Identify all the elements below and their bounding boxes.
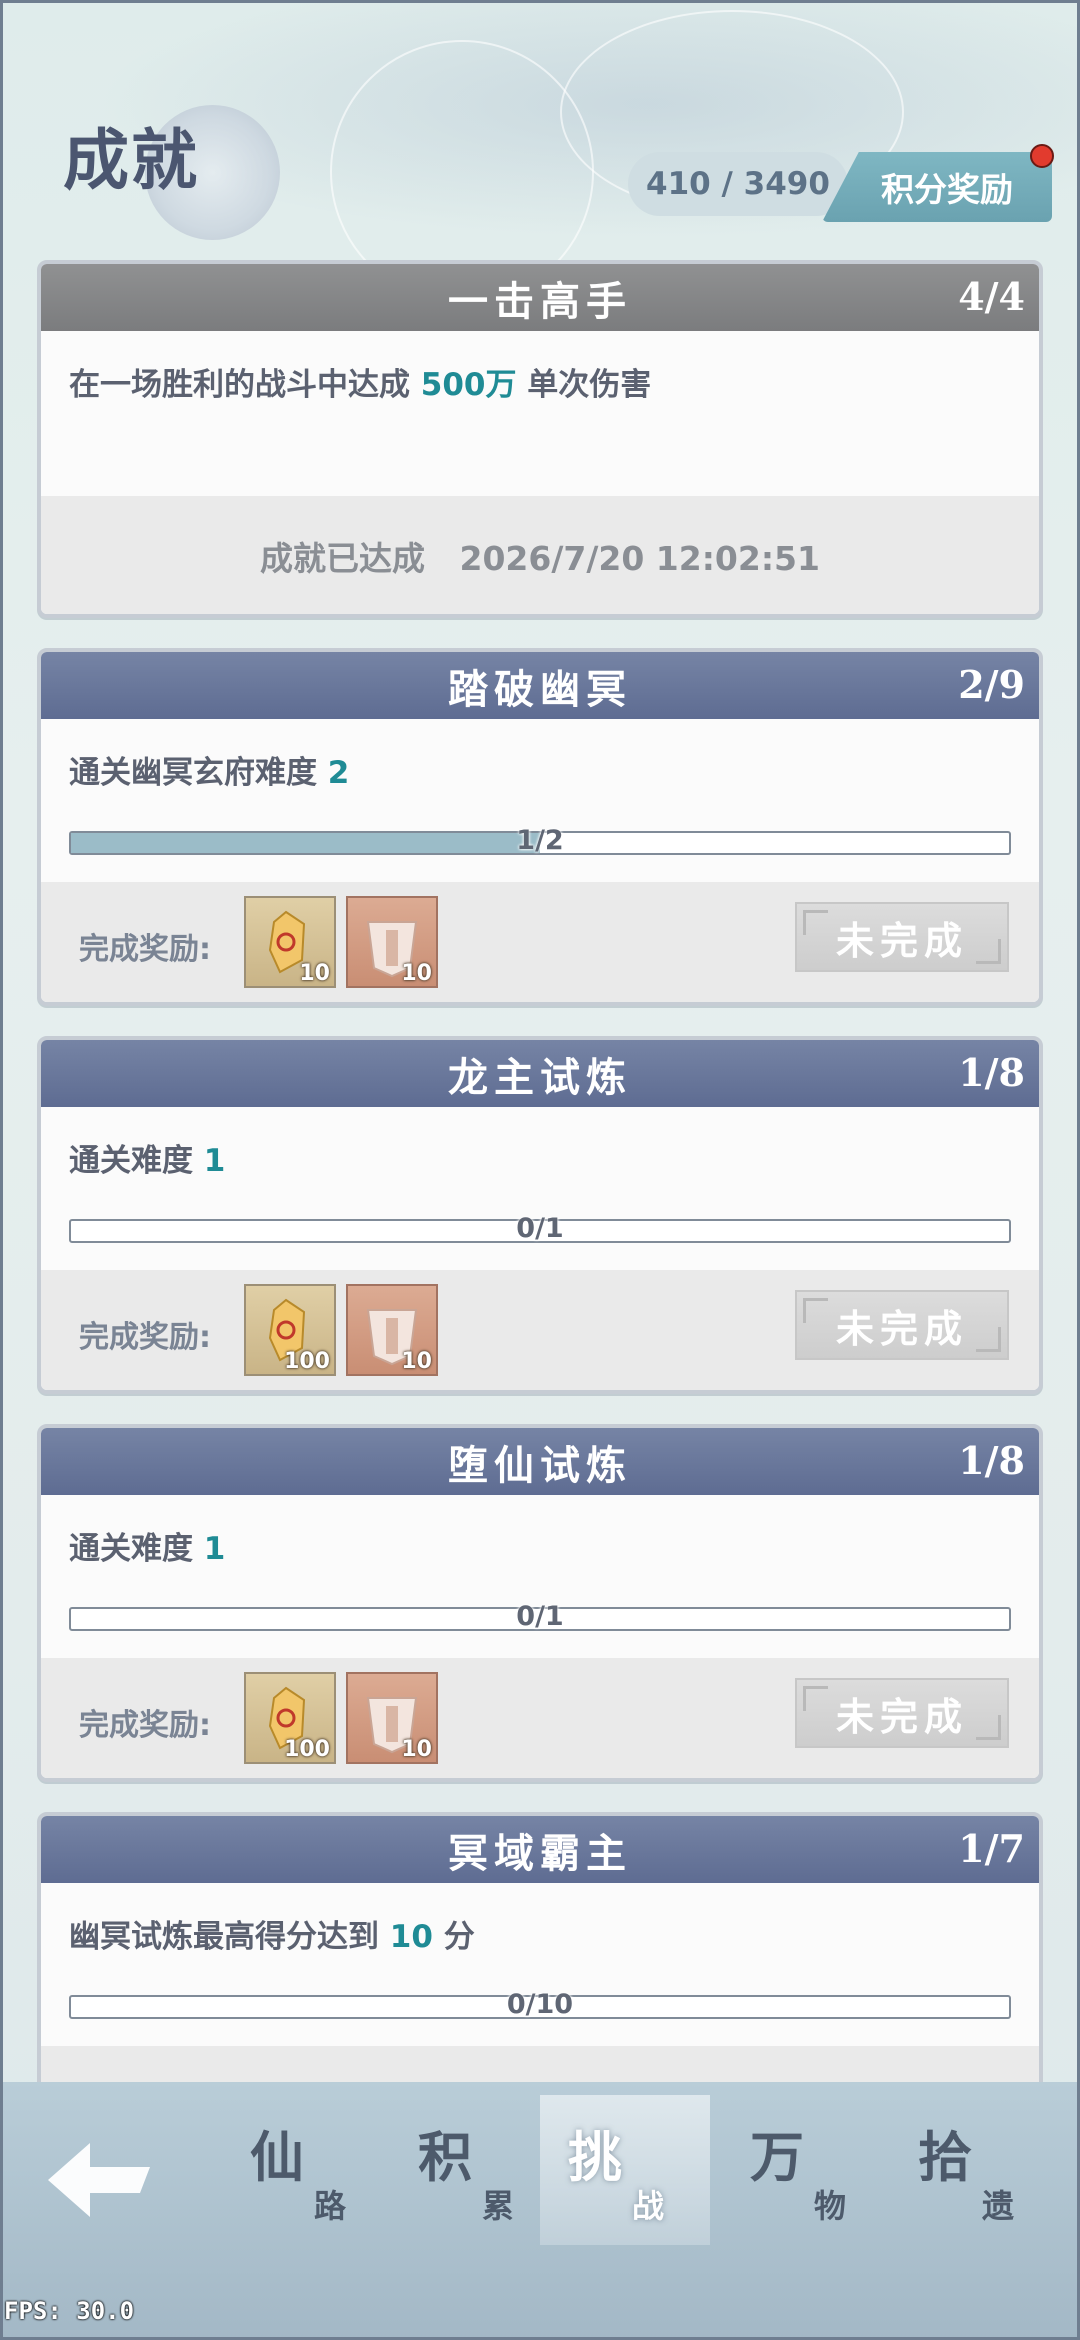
desc-highlight: 500万 (420, 367, 517, 403)
desc-text: 在一场胜利的战斗中达成 (69, 367, 421, 403)
desc-highlight: 2 (327, 755, 350, 791)
incomplete-button[interactable]: 未完成 (795, 1290, 1009, 1360)
achievement-count: 2/9 (958, 662, 1025, 707)
achievement-card: 一击高手 4/4 在一场胜利的战斗中达成 500万 单次伤害 成就已达成 202… (37, 260, 1043, 618)
progress-label: 0/1 (516, 1601, 564, 1632)
incomplete-button[interactable]: 未完成 (795, 1678, 1009, 1748)
notification-dot-icon (1030, 144, 1054, 168)
tab-label: 万 (750, 2125, 804, 2189)
tab-label: 仙 (250, 2125, 304, 2189)
progress-bar: 1/2 (69, 825, 1011, 856)
page-title-text: 成就 (63, 121, 199, 199)
desc-highlight: 10 (389, 1919, 433, 1955)
incomplete-button[interactable]: 未完成 (795, 902, 1009, 972)
reward-footer: 完成奖励: 100 10 未完成 (41, 1270, 1039, 1390)
item-quantity: 10 (299, 961, 330, 986)
reward-label: 完成奖励: (79, 1708, 211, 1743)
desc-text: 单次伤害 (516, 367, 652, 403)
gold-crystal-icon[interactable]: 100 (244, 1284, 336, 1376)
tab-sublabel: 物 (814, 2187, 847, 2225)
achievement-title: 堕仙试炼 (448, 1441, 632, 1489)
copper-chest-icon[interactable]: 10 (346, 1284, 438, 1376)
tab-shiyi[interactable]: 拾 遗 (890, 2095, 1050, 2245)
gold-crystal-icon[interactable]: 10 (244, 896, 336, 988)
points-reward-button[interactable]: 积分奖励 (822, 152, 1052, 222)
tab-xianlu[interactable]: 仙 路 (222, 2095, 382, 2245)
tab-sublabel: 战 (632, 2187, 665, 2225)
completion-timestamp: 成就已达成 2026/7/20 12:02:51 (260, 539, 820, 578)
desc-text: 通关难度 (69, 1143, 204, 1179)
copper-chest-icon[interactable]: 10 (346, 896, 438, 988)
item-quantity: 10 (401, 961, 432, 986)
desc-text: 通关难度 (69, 1531, 204, 1567)
achievement-count: 1/7 (958, 1826, 1025, 1871)
item-quantity: 10 (401, 1737, 432, 1762)
card-header: 踏破幽冥 2/9 (41, 652, 1039, 719)
copper-chest-icon[interactable]: 10 (346, 1672, 438, 1764)
progress-label: 0/10 (506, 1989, 574, 2020)
desc-text: 分 (432, 1919, 475, 1955)
achievement-description: 通关难度 1 (41, 1107, 1039, 1195)
item-quantity: 10 (401, 1349, 432, 1374)
progress-label: 1/2 (516, 825, 564, 856)
tab-sublabel: 累 (482, 2187, 515, 2225)
desc-highlight: 1 (203, 1143, 226, 1179)
desc-highlight: 1 (203, 1531, 226, 1567)
achievement-description: 幽冥试炼最高得分达到 10 分 (41, 1883, 1039, 1971)
fps-counter: FPS: 30.0 (4, 2297, 135, 2325)
completion-footer: 成就已达成 2026/7/20 12:02:51 (41, 496, 1039, 614)
tab-sublabel: 遗 (982, 2187, 1015, 2225)
achievement-description: 通关幽冥玄府难度 2 (41, 719, 1039, 807)
card-header: 一击高手 4/4 (41, 264, 1039, 331)
page-title: 成就 (55, 85, 280, 240)
achievement-count: 1/8 (958, 1050, 1025, 1095)
card-header: 堕仙试炼 1/8 (41, 1428, 1039, 1495)
card-header: 冥域霸主 1/7 (41, 1816, 1039, 1883)
progress-label: 0/1 (516, 1213, 564, 1244)
card-header: 龙主试炼 1/8 (41, 1040, 1039, 1107)
progress-bar: 0/10 (69, 1989, 1011, 2020)
reward-footer: 完成奖励: 100 10 未完成 (41, 1658, 1039, 1778)
tab-tiaozhan[interactable]: 挑 战 (540, 2095, 710, 2245)
desc-text: 幽冥试炼最高得分达到 (69, 1919, 390, 1955)
reward-label: 完成奖励: (79, 1320, 211, 1355)
tab-sublabel: 路 (314, 2187, 347, 2225)
tab-jilei[interactable]: 积 累 (390, 2095, 550, 2245)
achievement-description: 在一场胜利的战斗中达成 500万 单次伤害 (41, 331, 1039, 419)
achievement-description: 通关难度 1 (41, 1495, 1039, 1583)
achievement-count: 1/8 (958, 1438, 1025, 1483)
achievement-title: 龙主试炼 (448, 1053, 632, 1101)
achievement-card: 踏破幽冥 2/9 通关幽冥玄府难度 2 1/2 完成奖励: 10 10 未完成 (37, 648, 1043, 1006)
desc-text: 通关幽冥玄府难度 (69, 755, 328, 791)
achievement-card: 堕仙试炼 1/8 通关难度 1 0/1 完成奖励: 100 10 未完成 (37, 1424, 1043, 1782)
progress-bar: 0/1 (69, 1601, 1011, 1632)
tab-wanwu[interactable]: 万 物 (722, 2095, 882, 2245)
reward-label: 完成奖励: (79, 932, 211, 967)
reward-footer: 完成奖励: 10 10 未完成 (41, 882, 1039, 1002)
score-display: 410 / 3490 (628, 152, 848, 216)
achievement-title: 踏破幽冥 (448, 665, 632, 713)
achievement-title: 一击高手 (448, 277, 632, 325)
achievement-title: 冥域霸主 (448, 1829, 632, 1877)
item-quantity: 100 (284, 1737, 330, 1762)
tab-label: 挑 (568, 2125, 622, 2189)
gold-crystal-icon[interactable]: 100 (244, 1672, 336, 1764)
item-quantity: 100 (284, 1349, 330, 1374)
achievement-card: 龙主试炼 1/8 通关难度 1 0/1 完成奖励: 100 10 未完成 (37, 1036, 1043, 1394)
back-arrow-icon[interactable] (40, 2135, 160, 2225)
tab-label: 拾 (918, 2125, 972, 2189)
progress-bar: 0/1 (69, 1213, 1011, 1244)
tab-label: 积 (418, 2125, 472, 2189)
achievement-count: 4/4 (958, 274, 1025, 319)
